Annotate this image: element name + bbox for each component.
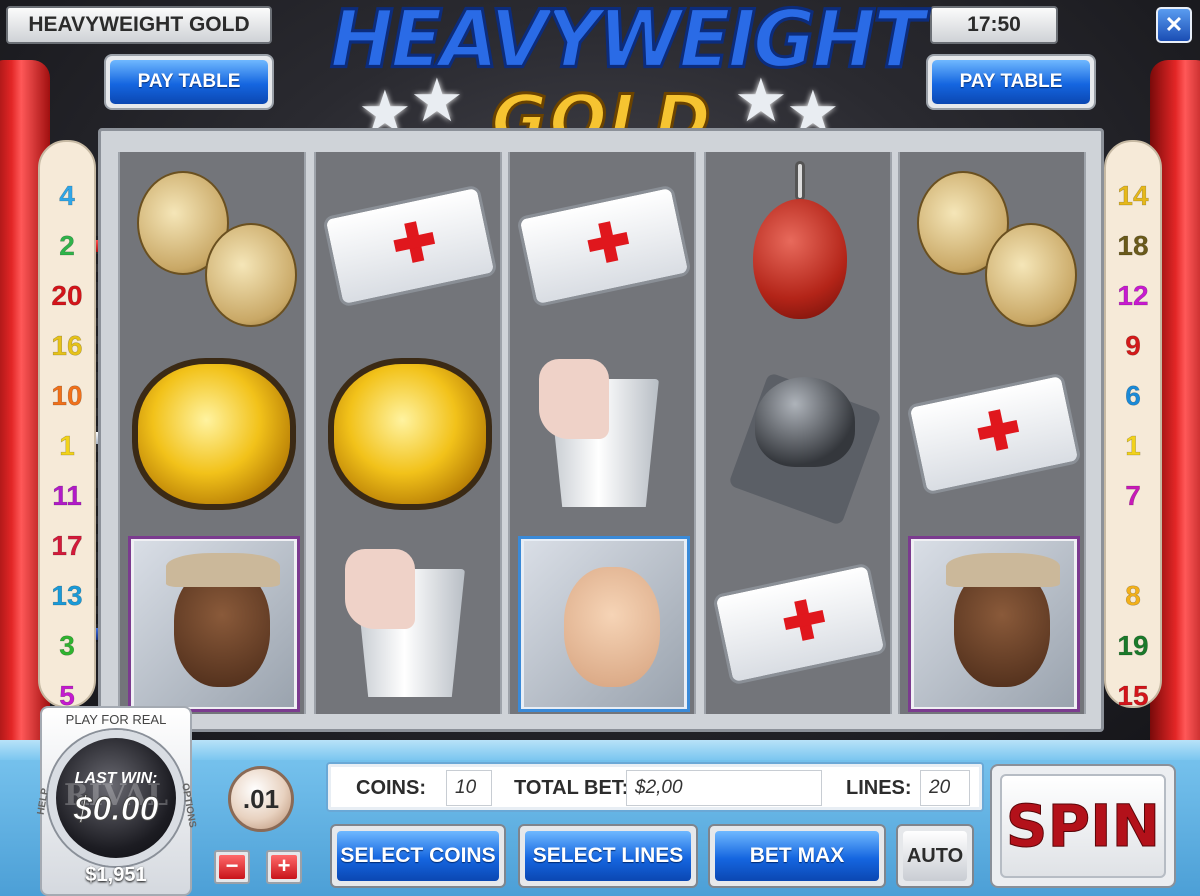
plus-icon: + [271, 855, 297, 879]
symbol-boxing-bell [714, 346, 886, 526]
payline-number-right[interactable]: 14 [1106, 172, 1160, 222]
reel-3 [508, 152, 696, 714]
select-coins-button[interactable]: SELECT COINS [330, 824, 506, 888]
select-lines-button[interactable]: SELECT LINES [518, 824, 698, 888]
total-bet-label: TOTAL BET: [514, 777, 629, 799]
select-coins-label: SELECT COINS [337, 831, 499, 881]
spin-button[interactable]: SPIN [990, 764, 1176, 888]
close-icon: ✕ [1164, 12, 1184, 37]
close-button[interactable]: ✕ [1156, 7, 1192, 43]
symbol-first-aid-kit [322, 158, 498, 334]
trainer-portrait-icon [914, 541, 1074, 707]
coins-value: 10 [446, 770, 492, 806]
first-aid-kit-icon [712, 562, 888, 686]
bet-max-button[interactable]: BET MAX [708, 824, 886, 888]
pay-table-button-right[interactable]: PAY TABLE [926, 54, 1096, 110]
lines-label: LINES: [846, 777, 912, 799]
trainer-portrait-icon [134, 541, 294, 707]
payline-number-right[interactable]: 12 [1106, 272, 1160, 322]
championship-belt-icon [328, 358, 492, 510]
payline-number-right[interactable]: 9 [1106, 322, 1160, 372]
decrease-denomination-button[interactable]: − [214, 850, 250, 884]
dumbbell-icon [129, 161, 299, 331]
payline-number-right[interactable]: 18 [1106, 222, 1160, 272]
payline-number-left[interactable]: 16 [40, 322, 94, 372]
payline-number-right[interactable]: 19 [1106, 622, 1160, 672]
reel-4 [704, 152, 892, 714]
symbol-first-aid-kit [712, 536, 888, 712]
payline-number-left[interactable]: 4 [40, 172, 94, 222]
increase-denomination-button[interactable]: + [266, 850, 302, 884]
payline-number-left[interactable]: 3 [40, 622, 94, 672]
last-win-value: $0.00 [73, 790, 159, 829]
symbol-trainer-portrait [128, 536, 300, 712]
first-aid-kit-icon [516, 184, 692, 308]
clock: 17:50 [930, 6, 1058, 44]
championship-belt-icon [132, 358, 296, 510]
symbol-speed-bag [714, 158, 886, 334]
first-aid-kit-icon [906, 372, 1082, 496]
lines-value: 20 [920, 770, 970, 806]
water-bucket-icon [539, 359, 669, 509]
minus-icon: − [219, 855, 245, 879]
payline-number-left[interactable]: 2 [40, 222, 94, 272]
symbol-dumbbell [908, 158, 1080, 334]
symbol-water-bucket [324, 536, 496, 712]
referee-portrait-icon [524, 541, 684, 707]
auto-button[interactable]: AUTO [896, 824, 974, 888]
payline-number-left[interactable]: 20 [40, 272, 94, 322]
payline-number-right[interactable] [1106, 522, 1160, 572]
symbol-first-aid-kit [516, 158, 692, 334]
payline-number-right[interactable]: 15 [1106, 672, 1160, 722]
symbol-water-bucket [518, 346, 690, 522]
select-lines-label: SELECT LINES [525, 831, 691, 881]
payline-number-left[interactable]: 13 [40, 572, 94, 622]
first-aid-kit-icon [322, 184, 498, 308]
total-bet-value: $2,00 [626, 770, 822, 806]
speed-bag-icon [745, 161, 855, 331]
reel-5 [898, 152, 1086, 714]
payline-number-right[interactable]: 1 [1106, 422, 1160, 472]
payline-numbers-right: 14 18 12 9 6 1 7 8 19 15 [1104, 140, 1162, 711]
symbol-first-aid-kit [906, 346, 1082, 522]
symbol-trainer-portrait [908, 536, 1080, 712]
payline-number-left[interactable]: 11 [40, 472, 94, 522]
boxing-bell-icon [725, 359, 882, 526]
last-win-label: LAST WIN: [74, 770, 158, 787]
bet-max-label: BET MAX [715, 831, 879, 881]
water-bucket-icon [345, 549, 475, 699]
reel-2 [314, 152, 502, 714]
pay-table-label: PAY TABLE [932, 60, 1090, 104]
coin-denomination[interactable]: .01 [228, 766, 294, 832]
play-for-real-label: PLAY FOR REAL [65, 712, 167, 727]
auto-label: AUTO [903, 831, 967, 881]
reel-1 [118, 152, 306, 714]
game-title: HEAVYWEIGHT GOLD [6, 6, 272, 44]
symbol-championship-belt [128, 346, 300, 522]
payline-number-right[interactable]: 8 [1106, 572, 1160, 622]
pay-table-button-left[interactable]: PAY TABLE [104, 54, 274, 110]
symbol-championship-belt [324, 346, 496, 522]
symbol-referee-portrait [518, 536, 690, 712]
dumbbell-icon [909, 161, 1079, 331]
payline-number-left[interactable]: 1 [40, 422, 94, 472]
spin-label: SPIN [1000, 774, 1166, 878]
payline-number-right[interactable]: 6 [1106, 372, 1160, 422]
symbol-dumbbell [128, 158, 300, 334]
payline-number-left[interactable]: 10 [40, 372, 94, 422]
payline-numbers-left: 4 2 20 16 10 1 11 17 13 3 5 [38, 140, 96, 711]
payline-number-right[interactable]: 7 [1106, 472, 1160, 522]
coins-label: COINS: [356, 777, 426, 799]
payline-number-left[interactable]: 17 [40, 522, 94, 572]
pay-table-label: PAY TABLE [110, 60, 268, 104]
balance: $1,951 [85, 864, 147, 886]
